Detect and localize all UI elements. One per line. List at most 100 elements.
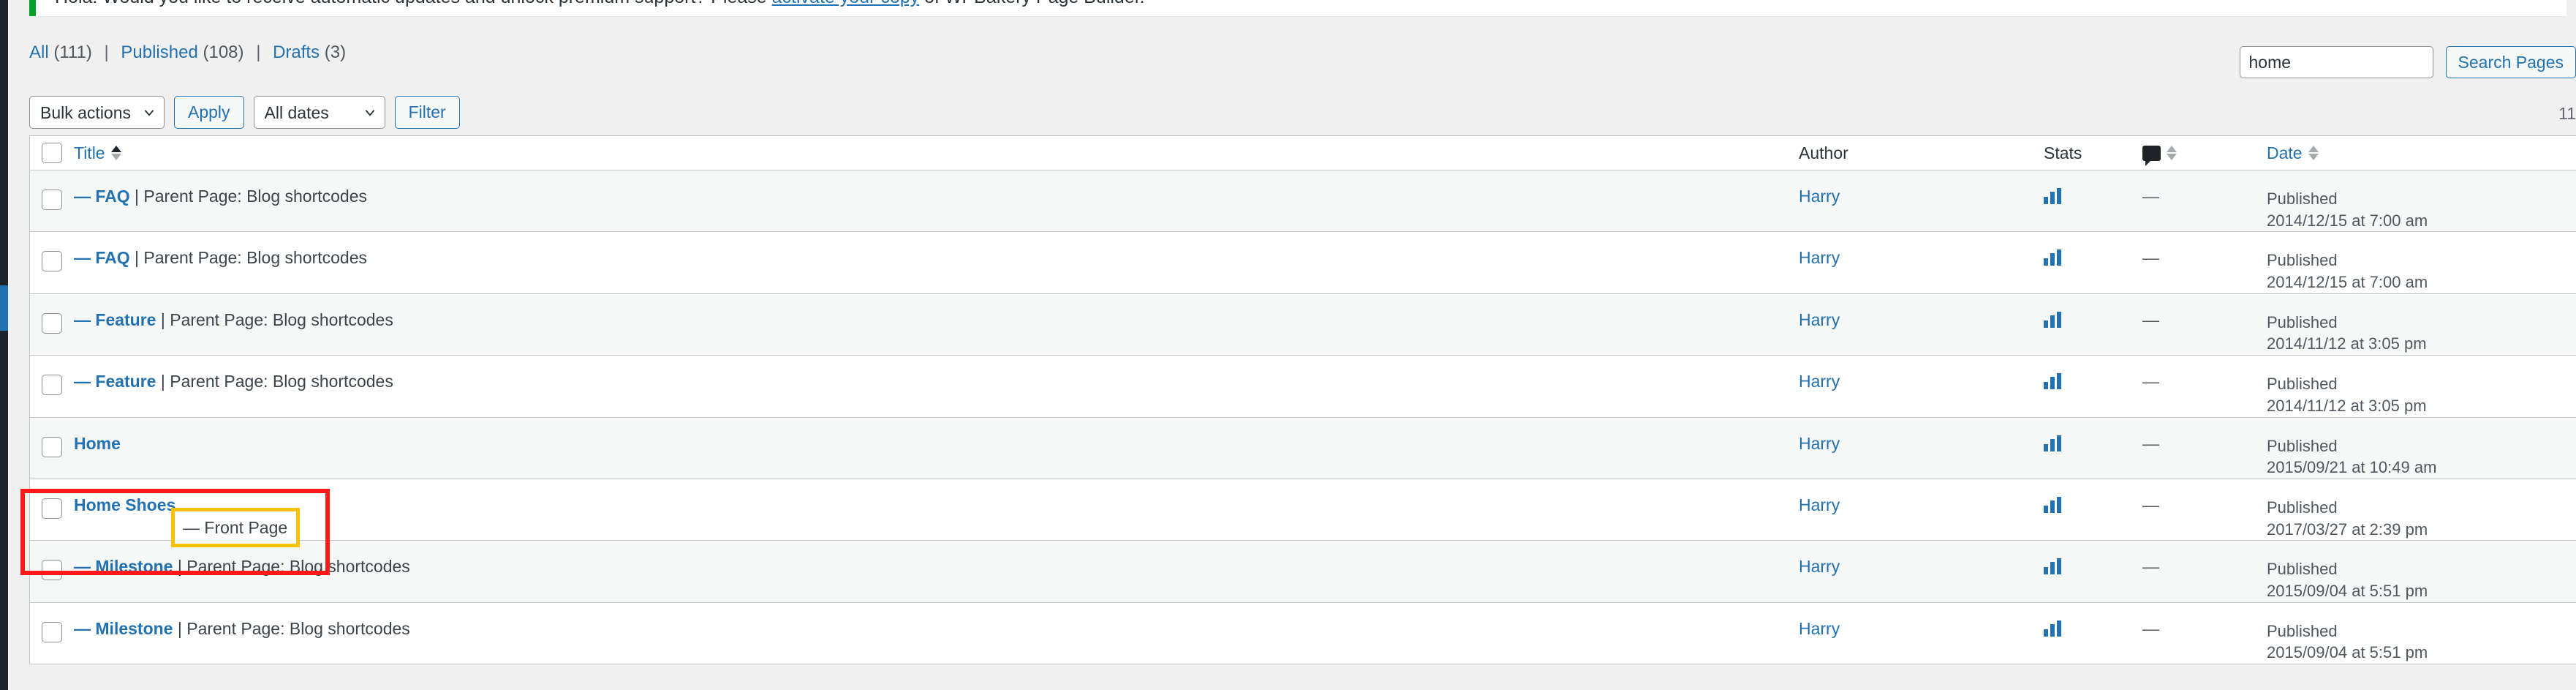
- row-title-link[interactable]: — FAQ: [74, 248, 130, 267]
- displaying-item-count: 11: [2558, 104, 2576, 123]
- row-select-cell: [30, 418, 74, 476]
- row-title-meta: | Parent Page: Blog shortcodes: [173, 557, 410, 577]
- bar-chart-icon[interactable]: [2044, 620, 2061, 637]
- row-comment-count: —: [2142, 618, 2159, 638]
- row-checkbox[interactable]: [42, 190, 62, 210]
- row-author-link[interactable]: Harry: [1799, 311, 1840, 329]
- plugin-notice-text: Hola! Would you like to receive automati…: [55, 0, 1145, 7]
- row-cell-comments: —: [2142, 541, 2267, 599]
- row-checkbox[interactable]: [42, 251, 62, 272]
- row-select-cell: [30, 603, 74, 661]
- table-row: — Feature | Parent Page: Blog shortcodes…: [30, 293, 2576, 356]
- table-row: Home Harry — Published 2015/09/21 at 10:49 a…: [30, 417, 2576, 479]
- search-form: Search Pages: [2239, 46, 2576, 78]
- select-all-checkbox[interactable]: [42, 143, 62, 163]
- row-author-link[interactable]: Harry: [1799, 188, 1840, 205]
- row-cell-author: Harry: [1799, 356, 2044, 414]
- row-cell-title: — FAQ | Parent Page: Blog shortcodes: [74, 170, 1799, 229]
- row-title-link[interactable]: — Milestone: [74, 619, 173, 638]
- date-filter-select[interactable]: All dates: [253, 96, 385, 129]
- row-cell-date: Published 2014/12/15 at 7:00 am: [2267, 232, 2576, 293]
- row-date-status: Published: [2267, 621, 2338, 640]
- row-checkbox[interactable]: [42, 312, 62, 334]
- header-date-sort[interactable]: Date: [2267, 143, 2319, 163]
- filter-separator-2: |: [256, 42, 261, 62]
- table-row: — Milestone | Parent Page: Blog shortcod…: [30, 602, 2576, 664]
- row-title-link[interactable]: Home: [74, 434, 121, 453]
- row-comment-count: —: [2142, 248, 2159, 268]
- row-select-cell: [30, 170, 74, 229]
- sort-indicator-date[interactable]: [2308, 146, 2319, 160]
- row-author-link[interactable]: Harry: [1799, 250, 1840, 266]
- row-checkbox[interactable]: [42, 560, 62, 581]
- bar-chart-icon[interactable]: [2044, 250, 2061, 266]
- row-author-link[interactable]: Harry: [1799, 558, 1840, 575]
- bar-chart-icon[interactable]: [2044, 373, 2061, 390]
- row-title-meta: | Parent Page: Blog shortcodes: [156, 310, 393, 329]
- row-title-link[interactable]: — FAQ: [74, 187, 130, 206]
- row-cell-author: Harry: [1799, 418, 2044, 476]
- row-cell-title: — FAQ | Parent Page: Blog shortcodes: [74, 232, 1799, 290]
- row-checkbox[interactable]: [42, 621, 62, 642]
- row-date: Published 2015/09/04 at 5:51 pm: [2267, 558, 2428, 601]
- row-date-value: 2014/11/12 at 3:05 pm: [2267, 334, 2427, 353]
- row-checkbox[interactable]: [42, 498, 62, 519]
- bulk-actions-select[interactable]: Bulk actions: [29, 96, 165, 129]
- pages-table: Title Author Stats Date — FAQ | Parent P…: [29, 135, 2576, 664]
- activate-copy-link[interactable]: activate your copy: [772, 0, 920, 7]
- row-title-meta: | Parent Page: Blog shortcodes: [129, 248, 368, 268]
- row-date-status: Published: [2267, 560, 2338, 579]
- comment-bubble-icon: [2142, 145, 2161, 166]
- row-date: Published 2017/03/27 at 2:39 pm: [2267, 497, 2428, 540]
- row-title-link[interactable]: — Milestone: [74, 557, 173, 576]
- header-cell-comments[interactable]: [2142, 136, 2267, 170]
- filter-link-published[interactable]: Published: [121, 42, 197, 62]
- apply-button[interactable]: Apply: [174, 96, 244, 129]
- row-select-cell: [30, 356, 74, 414]
- header-cell-title[interactable]: Title: [74, 136, 1799, 170]
- row-date: Published 2014/12/15 at 7:00 am: [2267, 250, 2428, 293]
- sort-asc-icon: [110, 146, 121, 152]
- search-pages-button[interactable]: Search Pages: [2445, 46, 2576, 78]
- row-date-status: Published: [2267, 251, 2338, 270]
- filter-link-all[interactable]: All: [29, 42, 49, 62]
- row-title-link[interactable]: — Feature: [74, 372, 156, 391]
- row-date-value: 2015/09/04 at 5:51 pm: [2267, 581, 2428, 600]
- row-author-link[interactable]: Harry: [1799, 435, 1840, 452]
- sort-desc-icon: [2167, 154, 2177, 160]
- row-title-link[interactable]: — Feature: [74, 310, 156, 329]
- bar-chart-icon[interactable]: [2044, 558, 2061, 575]
- row-title-link[interactable]: Home Shoes: [74, 495, 175, 514]
- bar-chart-icon[interactable]: [2044, 435, 2061, 451]
- bar-chart-icon[interactable]: [2044, 496, 2061, 513]
- sort-desc-icon: [2308, 154, 2319, 160]
- header-title-sort[interactable]: Title: [74, 143, 121, 163]
- sort-asc-icon: [2308, 146, 2319, 152]
- row-author-link[interactable]: Harry: [1799, 620, 1840, 637]
- sort-indicator-title[interactable]: [110, 146, 121, 160]
- row-select-cell: [30, 479, 74, 538]
- row-checkbox[interactable]: [42, 436, 62, 457]
- row-cell-stats: [2044, 170, 2142, 229]
- filter-button[interactable]: Filter: [394, 96, 460, 129]
- bar-chart-icon[interactable]: [2044, 311, 2061, 328]
- row-title-meta: | Parent Page: Blog shortcodes: [156, 372, 393, 391]
- row-cell-comments: —: [2142, 418, 2267, 476]
- row-checkbox[interactable]: [42, 375, 62, 396]
- row-author-link[interactable]: Harry: [1799, 373, 1840, 390]
- front-page-badge-label: — Front Page: [183, 517, 288, 537]
- row-author-link[interactable]: Harry: [1799, 496, 1840, 514]
- row-date-status: Published: [2267, 375, 2338, 394]
- filter-link-drafts[interactable]: Drafts: [273, 42, 320, 62]
- header-cell-date[interactable]: Date: [2267, 136, 2576, 170]
- date-filter-shell: All dates: [253, 96, 385, 129]
- row-cell-stats: [2044, 356, 2142, 414]
- row-cell-author: Harry: [1799, 294, 2044, 353]
- bar-chart-icon[interactable]: [2044, 188, 2061, 204]
- header-date-label: Date: [2267, 143, 2303, 162]
- sort-indicator-comments[interactable]: [2167, 146, 2177, 160]
- row-cell-date: Published 2014/12/15 at 7:00 am: [2267, 170, 2576, 231]
- notice-text-before: Hola! Would you like to receive automati…: [55, 0, 772, 7]
- header-comments-sort[interactable]: [2142, 145, 2177, 166]
- search-input[interactable]: [2239, 46, 2433, 78]
